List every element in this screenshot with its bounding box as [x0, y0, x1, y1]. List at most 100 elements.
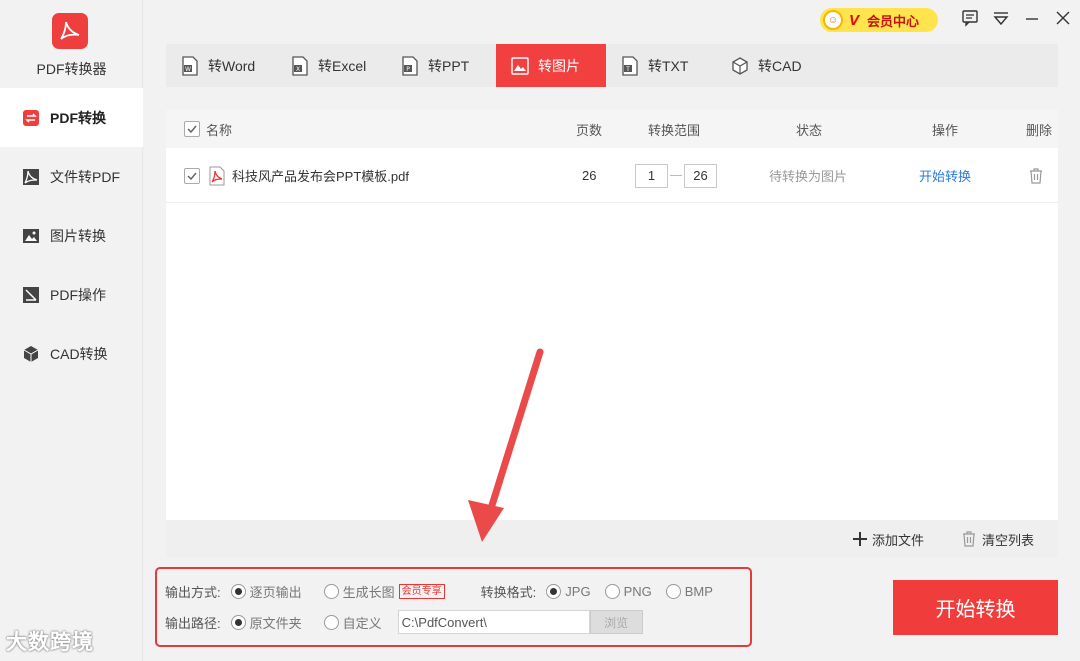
header-pages: 页数	[576, 122, 603, 138]
start-convert-button[interactable]: 开始转换	[893, 580, 1058, 635]
image-icon	[22, 227, 40, 245]
file-pages: 26	[582, 168, 597, 183]
file-list-panel: 名称 页数 转换范围 状态 操作 删除 科技风产品发布会PPT模板.pdf 26…	[166, 110, 1058, 558]
radio-original-folder[interactable]: 原文件夹	[230, 613, 302, 632]
select-all-checkbox[interactable]: 名称	[184, 110, 232, 148]
vip-center-button[interactable]: ☺ V 会员中心	[820, 8, 938, 32]
header-action: 操作	[932, 122, 959, 138]
output-path-row: 输出路径: 原文件夹 自定义 C:\PdfConvert\ 浏览	[165, 610, 643, 634]
txt-file-icon: T	[620, 55, 640, 76]
sidebar-nav: PDF转换 文件转PDF 图片转换 PDF操作 CAD转换	[0, 88, 143, 383]
output-path-label: 输出路径:	[165, 615, 221, 631]
app-logo	[52, 13, 88, 49]
sidebar-item-cad-convert[interactable]: CAD转换	[0, 324, 143, 383]
sidebar-item-pdf-operations[interactable]: PDF操作	[0, 265, 143, 324]
sidebar-item-label: CAD转换	[50, 345, 108, 362]
member-badge: 会员专享	[398, 583, 445, 599]
feedback-icon[interactable]	[960, 8, 980, 28]
add-file-button[interactable]: 添加文件	[852, 520, 924, 558]
file-name-cell: 科技风产品发布会PPT模板.pdf	[208, 148, 409, 203]
header-name: 名称	[206, 122, 233, 138]
sidebar-item-file-to-pdf[interactable]: 文件转PDF	[0, 147, 143, 206]
tab-label: 转图片	[538, 57, 580, 74]
tab-label: 转Word	[208, 57, 256, 74]
radio-dot	[323, 614, 339, 630]
radio-per-page[interactable]: 逐页输出	[230, 582, 302, 601]
watermark: 大数跨境	[6, 631, 94, 654]
radio-png[interactable]: PNG	[604, 583, 652, 599]
plus-icon	[852, 531, 868, 547]
checkbox[interactable]	[184, 121, 200, 137]
close-icon[interactable]	[1053, 8, 1073, 28]
edit-icon	[22, 286, 40, 304]
radio-custom-path[interactable]: 自定义	[323, 613, 382, 632]
table-row: 科技风产品发布会PPT模板.pdf 26 1 26 待转换为图片 开始转换	[166, 148, 1058, 203]
range-to-input[interactable]: 26	[684, 163, 717, 188]
trash-icon	[962, 531, 976, 547]
tab-to-word[interactable]: W 转Word	[166, 44, 276, 87]
sidebar: PDF转换器 PDF转换 文件转PDF 图片转换 PDF操作 CAD转换 大数跨…	[0, 0, 143, 661]
vip-label: 会员中心	[867, 13, 920, 29]
sidebar-item-image-convert[interactable]: 图片转换	[0, 206, 143, 265]
minimize-icon[interactable]	[1022, 8, 1042, 28]
smiley-icon: ☺	[823, 10, 843, 30]
radio-bmp[interactable]: BMP	[665, 583, 713, 599]
header-range: 转换范围	[648, 122, 701, 138]
conversion-tabs: W 转Word X 转Excel P 转PPT 转图片 T 转TXT 转CAD	[166, 44, 1058, 87]
excel-file-icon: X	[290, 55, 310, 76]
file-status: 待转换为图片	[769, 169, 848, 184]
clear-list-button[interactable]: 清空列表	[962, 520, 1034, 558]
tab-to-image[interactable]: 转图片	[496, 44, 606, 87]
tab-label: 转PPT	[428, 57, 470, 74]
radio-dot	[323, 583, 339, 599]
menu-dropdown-icon[interactable]	[991, 8, 1011, 28]
svg-text:W: W	[185, 66, 191, 73]
tab-to-txt[interactable]: T 转TXT	[606, 44, 716, 87]
pdf-file-icon	[22, 168, 40, 186]
output-path-input[interactable]: C:\PdfConvert\	[397, 610, 590, 634]
header-status: 状态	[796, 122, 823, 138]
app-name: PDF转换器	[36, 61, 107, 77]
radio-label: JPG	[565, 583, 591, 599]
tab-to-ppt[interactable]: P 转PPT	[386, 44, 496, 87]
clear-list-label: 清空列表	[982, 532, 1035, 548]
radio-dot	[665, 583, 681, 599]
radio-label: 自定义	[342, 615, 382, 631]
tab-to-excel[interactable]: X 转Excel	[276, 44, 386, 87]
radio-dot	[604, 583, 620, 599]
trash-icon[interactable]	[1029, 148, 1043, 203]
header-delete: 删除	[1026, 122, 1053, 138]
format-label: 转换格式:	[480, 584, 537, 600]
sidebar-item-label: 图片转换	[50, 227, 106, 244]
radio-jpg[interactable]: JPG	[546, 583, 591, 599]
sidebar-item-label: PDF操作	[50, 286, 106, 303]
cube-icon	[22, 345, 40, 363]
radio-dot	[230, 614, 246, 630]
sidebar-item-pdf-convert[interactable]: PDF转换	[0, 88, 143, 147]
sidebar-item-label: 文件转PDF	[50, 168, 120, 185]
radio-label: BMP	[684, 583, 713, 599]
output-mode-row: 输出方式: 逐页输出 生成长图 会员专享 转换格式: JPG PNG BMP	[165, 579, 713, 603]
radio-long-image[interactable]: 生成长图 会员专享	[323, 582, 445, 601]
radio-label: 生成长图	[342, 584, 395, 600]
sidebar-item-label: PDF转换	[50, 109, 106, 126]
range-from-input[interactable]: 1	[635, 163, 668, 188]
checkbox[interactable]	[184, 167, 200, 184]
add-file-label: 添加文件	[872, 532, 925, 548]
range-separator	[670, 175, 682, 176]
tab-to-cad[interactable]: 转CAD	[716, 44, 826, 87]
radio-label: 逐页输出	[249, 584, 302, 600]
file-list-footer: 添加文件 清空列表	[166, 520, 1058, 558]
tab-label: 转Excel	[318, 57, 367, 74]
table-header: 名称 页数 转换范围 状态 操作 删除	[166, 110, 1058, 148]
radio-dot	[230, 583, 246, 599]
word-file-icon: W	[180, 55, 200, 76]
start-convert-link[interactable]: 开始转换	[919, 148, 971, 203]
pdf-icon	[208, 166, 226, 186]
annotation-arrow	[468, 348, 544, 542]
convert-icon	[22, 109, 40, 127]
browse-button[interactable]: 浏览	[589, 610, 643, 634]
ppt-file-icon: P	[400, 55, 420, 76]
row-checkbox[interactable]	[184, 148, 200, 203]
svg-text:T: T	[625, 66, 630, 73]
